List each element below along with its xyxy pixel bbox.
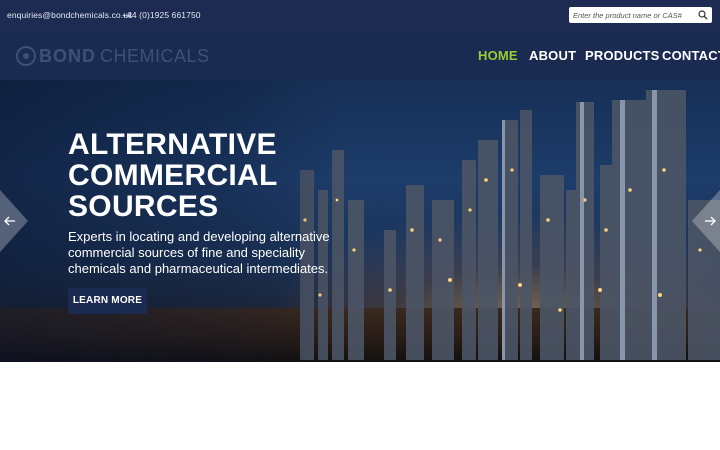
hero-description: Experts in locating and developing alter… — [68, 229, 338, 277]
logo-mark-icon — [16, 46, 36, 66]
logo-subtitle: CHEMICALS — [100, 45, 210, 66]
hero-title: ALTERNATIVE COMMERCIAL SOURCES — [68, 129, 328, 222]
search-box — [569, 7, 712, 23]
nav-contact[interactable]: CONTACT — [662, 48, 720, 63]
arrow-left-icon[interactable] — [0, 190, 30, 252]
hero-title-line: COMMERCIAL — [68, 159, 278, 192]
hero-description-line: commercial sources of fine and specialit… — [68, 245, 305, 260]
nav-home[interactable]: HOME — [478, 48, 518, 63]
logo-name: BOND — [39, 45, 96, 66]
arrow-right-icon[interactable] — [690, 190, 720, 252]
hero-title-line: SOURCES — [68, 190, 219, 223]
contact-phone[interactable]: +44 (0)1925 661750 — [122, 10, 201, 20]
company-logo[interactable]: BOND CHEMICALS — [16, 43, 210, 69]
hero-title-line: ALTERNATIVE — [68, 128, 277, 161]
nav-about[interactable]: ABOUT — [529, 48, 576, 63]
hero-description-line: chemicals and pharmaceutical intermediat… — [68, 261, 329, 276]
hero-description-line: Experts in locating and developing alter… — [68, 229, 330, 244]
search-input[interactable] — [573, 8, 691, 22]
search-icon[interactable] — [698, 10, 708, 20]
main-navigation: BOND CHEMICALS HOME ABOUT PRODUCTS CONTA… — [0, 31, 720, 80]
contact-email[interactable]: enquiries@bondchemicals.co.uk — [7, 10, 132, 20]
top-bar: enquiries@bondchemicals.co.uk +44 (0)192… — [0, 0, 720, 31]
learn-more-button[interactable]: LEARN MORE — [68, 288, 147, 314]
nav-products[interactable]: PRODUCTS — [585, 48, 660, 63]
